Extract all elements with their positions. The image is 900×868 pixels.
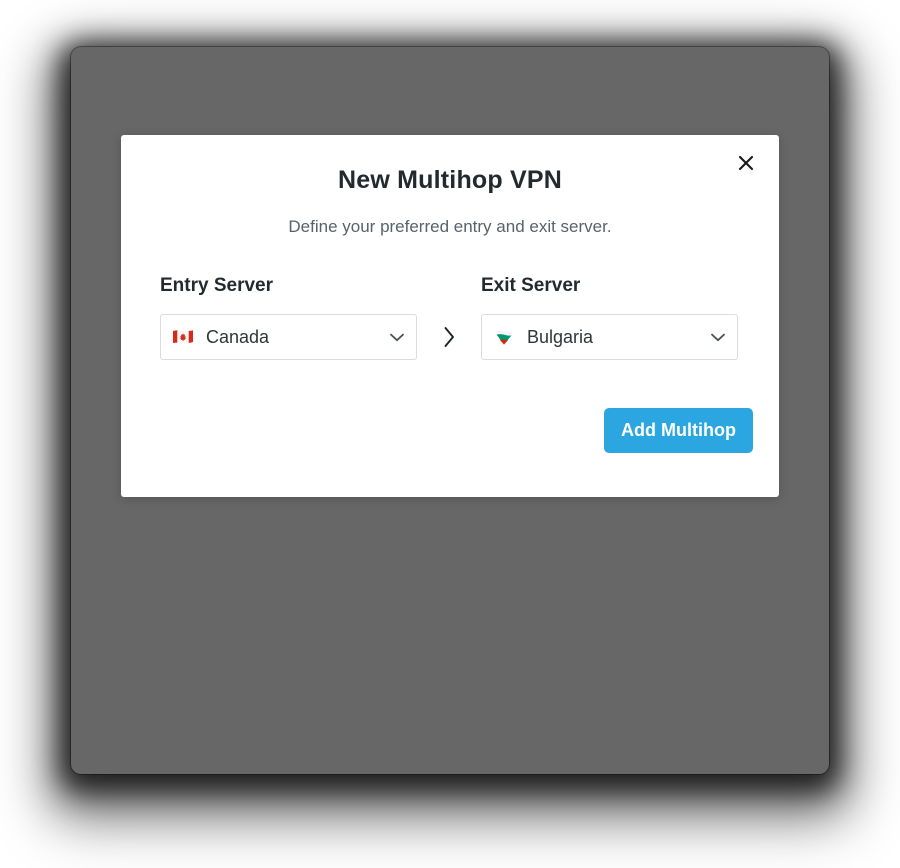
flag-bulgaria-icon (493, 329, 515, 346)
flow-separator (417, 314, 481, 360)
exit-server-value: Bulgaria (527, 326, 594, 347)
entry-server-field: Entry Server Canada (160, 275, 417, 360)
exit-server-select[interactable]: Bulgaria (481, 314, 738, 360)
chevron-right-icon (444, 327, 454, 347)
modal-subtitle: Define your preferred entry and exit ser… (288, 217, 612, 236)
entry-server-value: Canada (206, 326, 270, 347)
chevron-down-icon (710, 329, 726, 345)
entry-server-select[interactable]: Canada (160, 314, 417, 360)
modal-actions: Add Multihop (604, 408, 753, 453)
new-multihop-modal: New Multihop VPN Define your preferred e… (121, 135, 779, 497)
chevron-down-icon (389, 329, 405, 345)
modal-close-button[interactable] (729, 146, 763, 180)
close-icon (738, 155, 754, 171)
modal-title: New Multihop VPN (337, 166, 563, 194)
screenshot-root: Location Selection Standard Streaming Mu… (0, 0, 900, 868)
flag-canada-icon (172, 329, 194, 346)
exit-server-label: Exit Server (481, 275, 581, 296)
add-multihop-button[interactable]: Add Multihop (604, 408, 753, 453)
exit-server-field: Exit Server Bulgaria (481, 275, 738, 360)
entry-server-label: Entry Server (160, 275, 274, 296)
server-fields: Entry Server Canada Exit Server Bulgaria (121, 237, 779, 360)
